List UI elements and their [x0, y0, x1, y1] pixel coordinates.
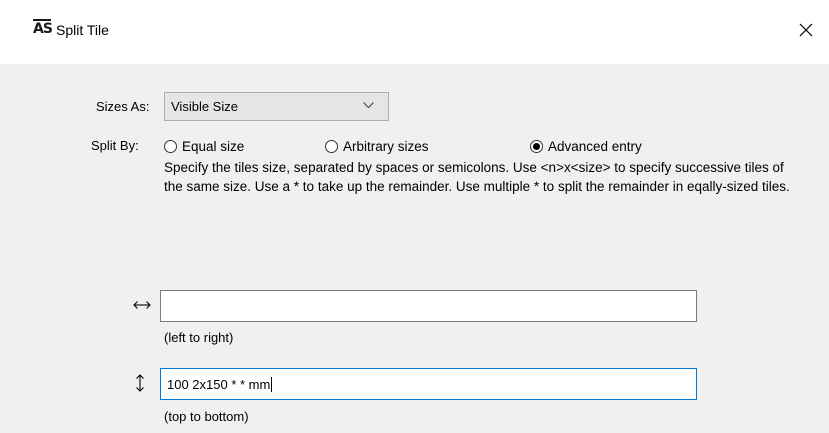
vertical-sizes-input[interactable]: 100 2x150 * * mm	[160, 368, 697, 400]
vertical-hint: (top to bottom)	[164, 409, 249, 424]
radio-circle-selected	[530, 139, 543, 153]
horizontal-sizes-input[interactable]	[160, 290, 697, 322]
radio-advanced-entry[interactable]: Advanced entry	[530, 137, 642, 155]
vertical-sizes-value: 100 2x150 * * mm	[167, 377, 271, 392]
sizes-as-dropdown[interactable]: Visible Size	[164, 92, 389, 121]
chevron-down-icon	[363, 102, 374, 109]
close-button[interactable]	[783, 12, 829, 48]
left-right-arrow-icon	[133, 301, 151, 309]
split-by-label: Split By:	[91, 138, 139, 153]
sizes-as-selected-value: Visible Size	[171, 99, 238, 114]
text-caret	[271, 377, 273, 392]
radio-circle	[325, 139, 338, 153]
title-bar: AS Split Tile	[0, 0, 829, 64]
radio-equal-size[interactable]: Equal size	[164, 137, 244, 155]
help-text: Specify the tiles size, separated by spa…	[164, 160, 790, 194]
window-title: Split Tile	[56, 22, 109, 38]
radio-label: Equal size	[182, 138, 245, 154]
sizes-as-label: Sizes As:	[96, 99, 150, 114]
radio-label: Advanced entry	[548, 138, 642, 154]
radio-circle	[164, 139, 177, 153]
horizontal-hint: (left to right)	[164, 330, 234, 345]
up-down-arrow-icon	[136, 374, 144, 392]
close-icon	[799, 23, 813, 37]
radio-label: Arbitrary sizes	[343, 138, 429, 154]
app-icon: AS	[33, 19, 53, 37]
radio-arbitrary-sizes[interactable]: Arbitrary sizes	[325, 137, 429, 155]
